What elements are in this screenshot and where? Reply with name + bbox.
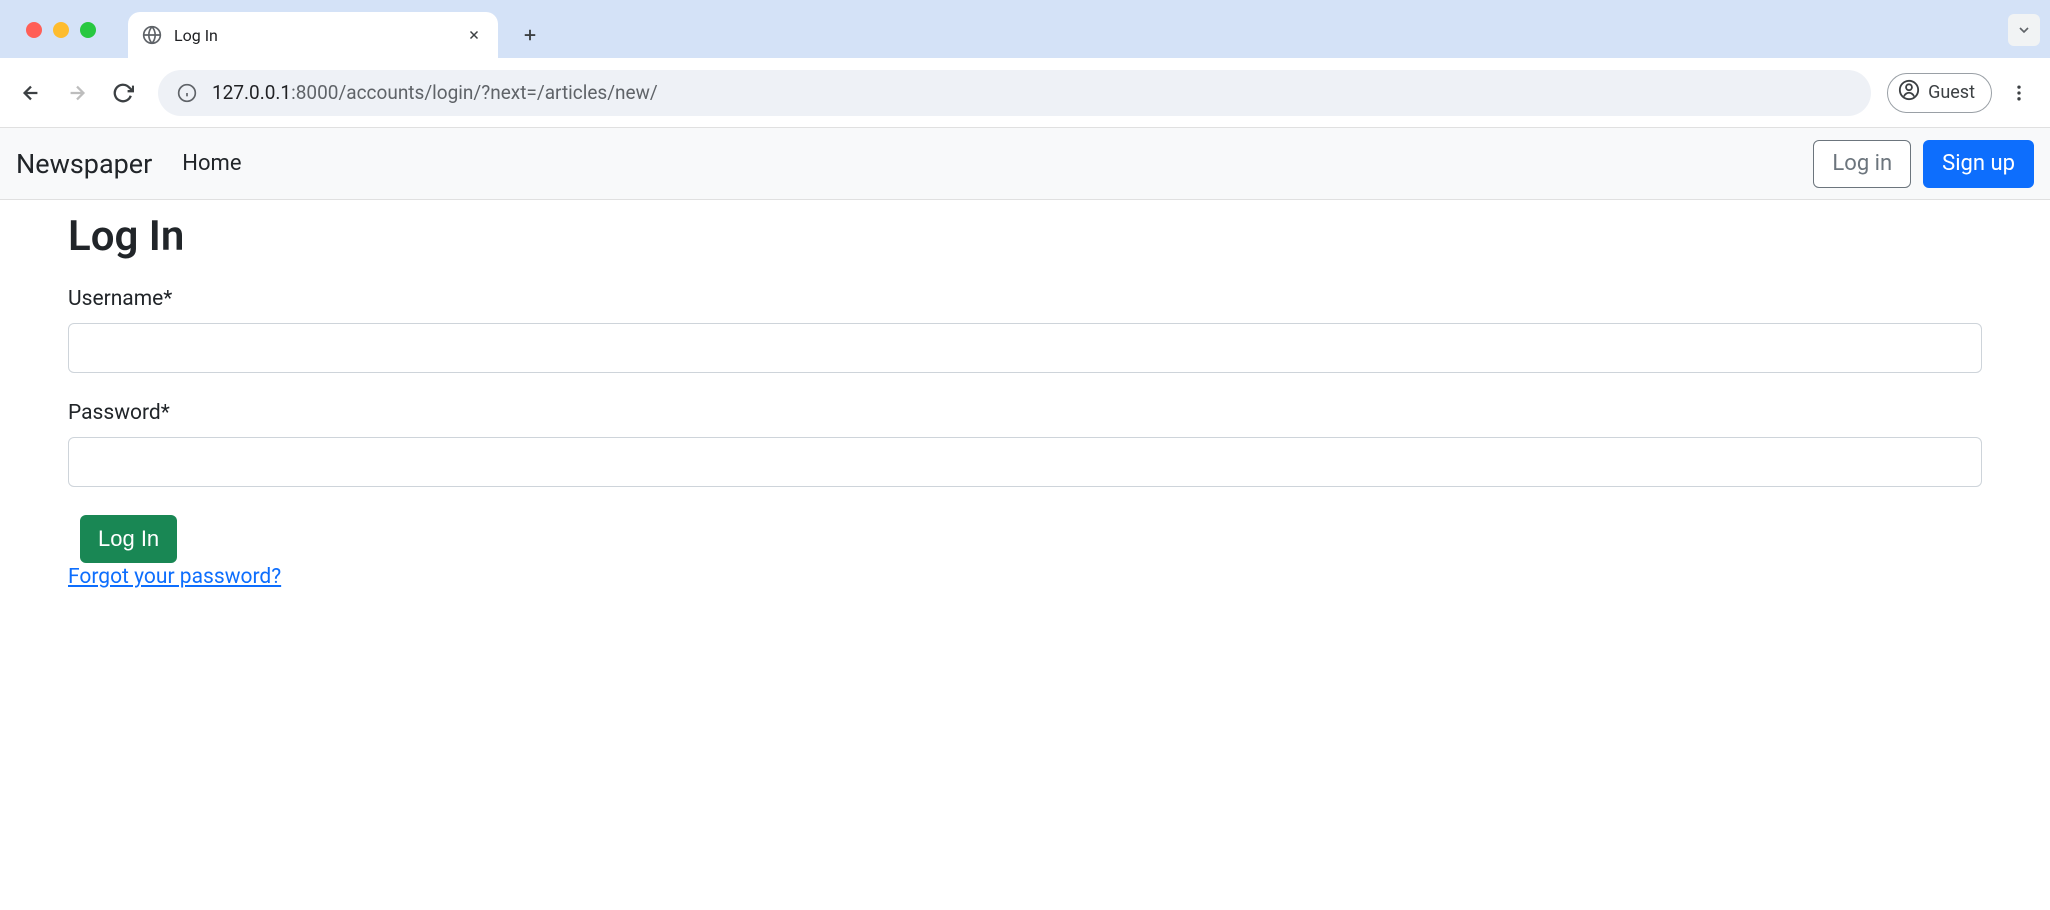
- url-port: :8000: [291, 81, 338, 104]
- window-minimize-button[interactable]: [53, 22, 69, 38]
- profile-button[interactable]: Guest: [1887, 73, 1992, 113]
- password-group: Password*: [68, 401, 1982, 487]
- window-close-button[interactable]: [26, 22, 42, 38]
- forward-button[interactable]: [58, 74, 96, 112]
- globe-icon: [142, 25, 162, 45]
- page-title: Log In: [68, 212, 1982, 261]
- login-button[interactable]: Log in: [1813, 140, 1911, 188]
- password-label: Password*: [68, 401, 1982, 425]
- nav-link-home[interactable]: Home: [182, 151, 241, 176]
- page-content: Log In Username* Password* Log In Forgot…: [0, 200, 2050, 601]
- forgot-password-link[interactable]: Forgot your password?: [68, 565, 281, 589]
- signup-button[interactable]: Sign up: [1923, 140, 2034, 188]
- password-input[interactable]: [68, 437, 1982, 487]
- url-text: 127.0.0.1:8000/accounts/login/?next=/art…: [212, 81, 658, 104]
- username-input[interactable]: [68, 323, 1982, 373]
- person-icon: [1898, 79, 1920, 106]
- browser-toolbar: 127.0.0.1:8000/accounts/login/?next=/art…: [0, 58, 2050, 128]
- url-host: 127.0.0.1: [212, 81, 291, 104]
- close-icon[interactable]: [464, 25, 484, 45]
- reload-button[interactable]: [104, 74, 142, 112]
- site-navbar: Newspaper Home Log in Sign up: [0, 128, 2050, 200]
- username-group: Username*: [68, 287, 1982, 373]
- info-icon[interactable]: [176, 82, 198, 104]
- browser-tab[interactable]: Log In: [128, 12, 498, 58]
- tabs-dropdown-button[interactable]: [2008, 14, 2040, 46]
- profile-label: Guest: [1928, 82, 1975, 103]
- window-maximize-button[interactable]: [80, 22, 96, 38]
- new-tab-button[interactable]: [512, 17, 548, 53]
- username-label: Username*: [68, 287, 1982, 311]
- submit-button[interactable]: Log In: [80, 515, 177, 563]
- window-controls: [26, 22, 96, 38]
- tab-title: Log In: [174, 26, 464, 45]
- brand-logo[interactable]: Newspaper: [16, 148, 152, 180]
- url-path: /accounts/login/?next=/articles/new/: [338, 81, 657, 104]
- browser-menu-button[interactable]: [2000, 74, 2038, 112]
- address-bar[interactable]: 127.0.0.1:8000/accounts/login/?next=/art…: [158, 70, 1871, 116]
- browser-tab-bar: Log In: [0, 0, 2050, 58]
- back-button[interactable]: [12, 74, 50, 112]
